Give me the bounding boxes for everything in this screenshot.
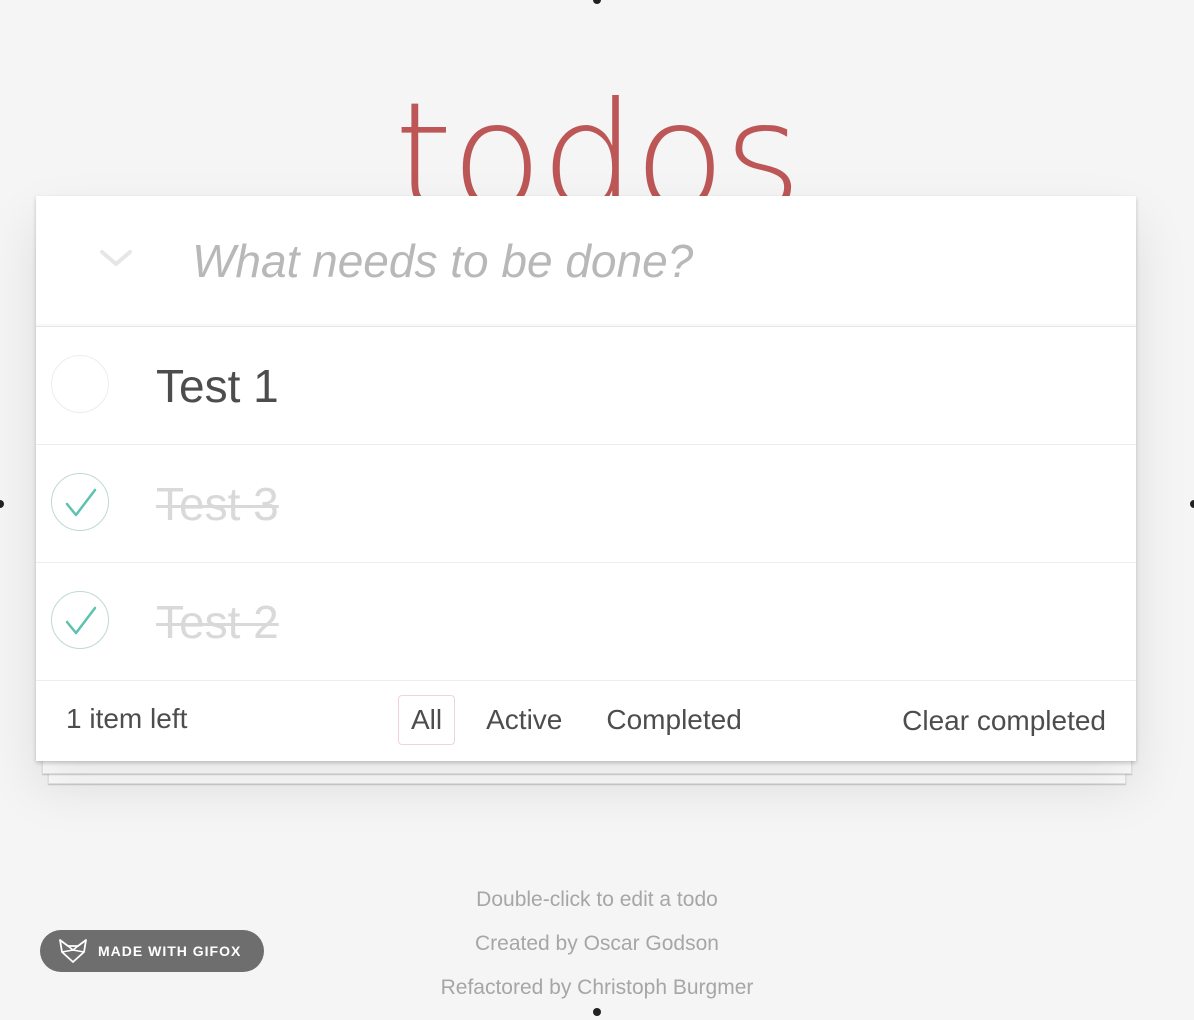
todo-checkbox-checked[interactable] — [51, 591, 109, 649]
new-todo-input[interactable] — [156, 216, 1132, 306]
resize-handle-top[interactable] — [593, 0, 601, 4]
todo-list: Test 1 Test 3 Test 2 — [36, 327, 1136, 681]
fox-icon — [59, 939, 87, 963]
gifox-badge-label: MADE WITH GIFOX — [98, 943, 242, 959]
todo-label[interactable]: Test 2 — [156, 593, 279, 651]
todo-app: Test 1 Test 3 Test 2 1 item left All Act… — [36, 196, 1136, 761]
info-edit-hint: Double-click to edit a todo — [476, 888, 718, 911]
filter-active[interactable]: Active — [473, 695, 575, 745]
resize-handle-right[interactable] — [1190, 500, 1194, 508]
todo-item[interactable]: Test 3 — [36, 445, 1136, 563]
toggle-all-chevron-icon[interactable] — [98, 246, 132, 276]
todo-label[interactable]: Test 1 — [156, 357, 279, 415]
checkmark-icon — [65, 606, 97, 635]
clear-completed-button[interactable]: Clear completed — [902, 705, 1106, 737]
resize-handle-left[interactable] — [0, 500, 4, 508]
info-refactored-by: Refactored by Christoph Burgmer — [440, 976, 754, 999]
filter-tabs: All Active Completed — [398, 695, 755, 745]
filter-completed[interactable]: Completed — [593, 695, 754, 745]
gifox-badge: MADE WITH GIFOX — [40, 930, 264, 972]
todo-item[interactable]: Test 2 — [36, 563, 1136, 681]
filter-all[interactable]: All — [398, 695, 456, 745]
checkmark-icon — [65, 488, 97, 517]
todo-label[interactable]: Test 3 — [156, 475, 279, 533]
todo-checkbox[interactable] — [51, 355, 109, 413]
todo-item[interactable]: Test 1 — [36, 327, 1136, 445]
new-todo-row — [36, 196, 1136, 327]
todo-checkbox-checked[interactable] — [51, 473, 109, 531]
items-left-count: 1 item left — [66, 703, 188, 734]
todo-footer: 1 item left All Active Completed Clear c… — [36, 681, 1136, 761]
